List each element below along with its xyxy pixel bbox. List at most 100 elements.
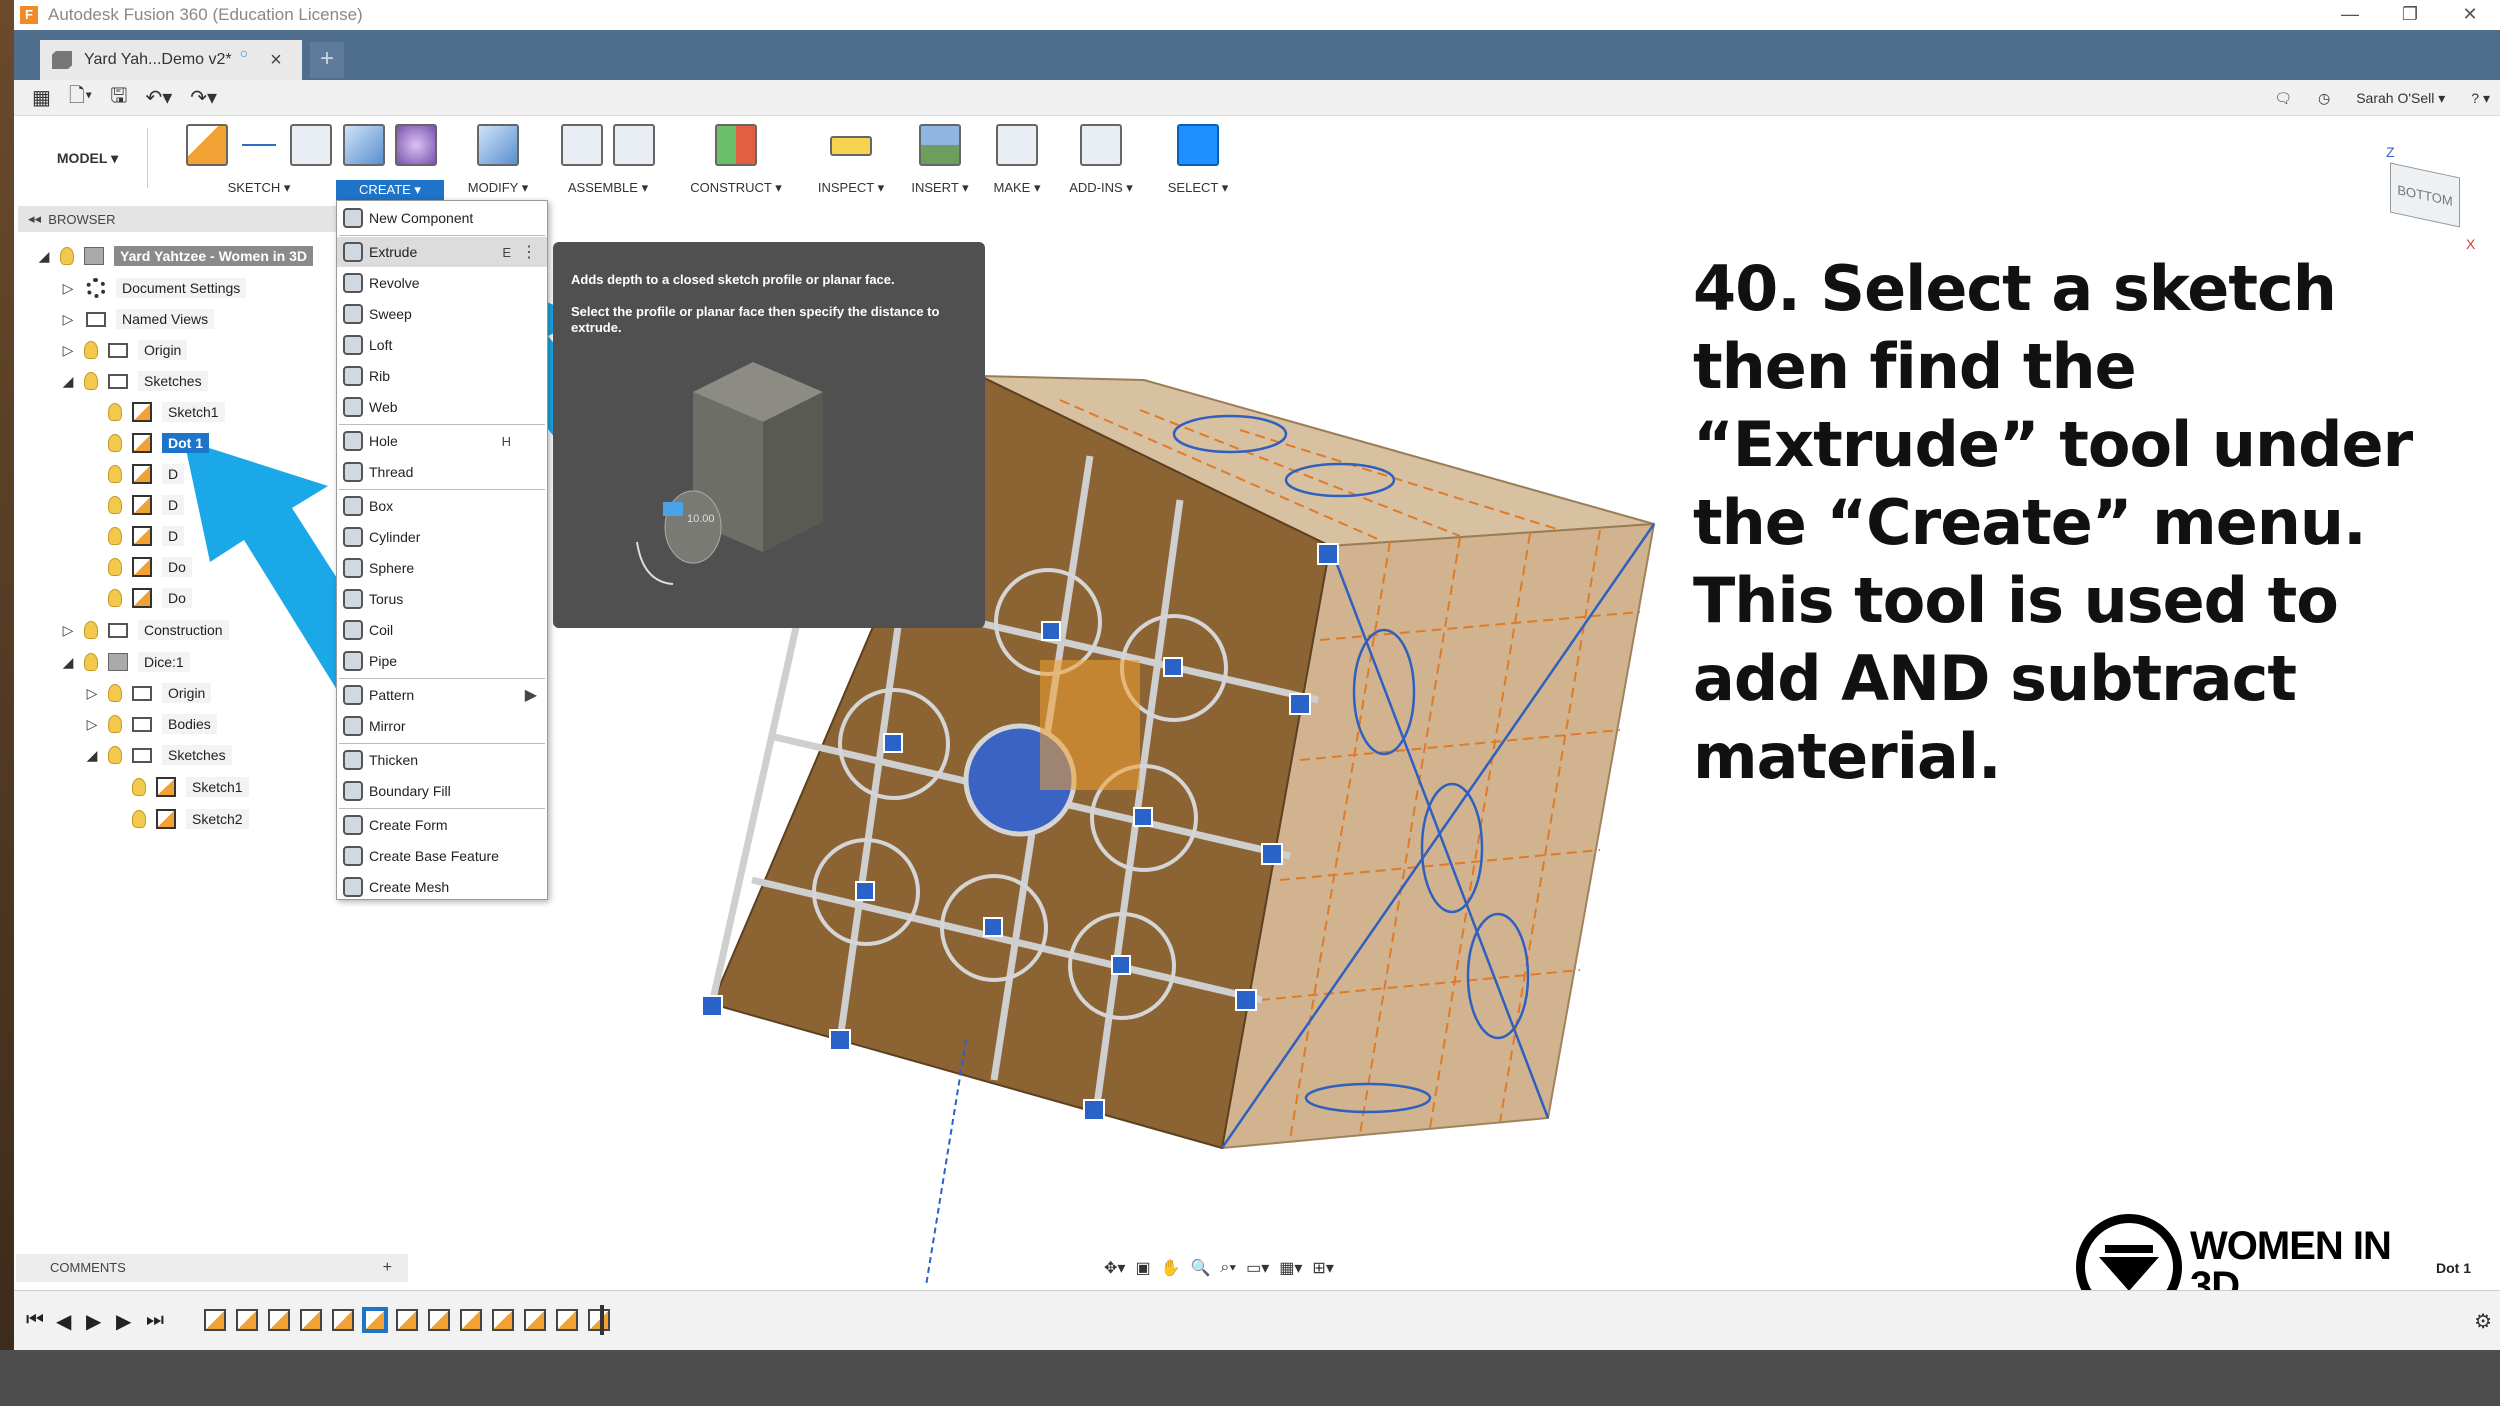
menu-item-torus[interactable]: Torus — [337, 584, 547, 614]
notifications-icon[interactable]: 🗨 — [2274, 90, 2292, 107]
pan-icon[interactable]: ✋ — [1161, 1258, 1181, 1278]
menu-item-hole[interactable]: Hole H — [337, 426, 547, 456]
user-account-menu[interactable]: Sarah O'Sell ▾ — [2356, 90, 2445, 107]
collapse-browser-icon[interactable]: ◂◂ — [28, 211, 48, 227]
look-at-icon[interactable]: ▣ — [1135, 1258, 1150, 1278]
collapse-icon[interactable]: ◢ — [36, 248, 52, 265]
menu-item-boundary-fill[interactable]: Boundary Fill — [337, 776, 547, 806]
tree-item-document-settings[interactable]: ▷ Document Settings — [60, 274, 247, 302]
tree-item-dice-sketch2[interactable]: Sketch2 — [124, 805, 249, 833]
tree-item-dice-sketch1[interactable]: Sketch1 — [124, 773, 249, 801]
timeline-first-button[interactable]: ⏮ — [26, 1309, 44, 1332]
timeline-feature-icon-active[interactable] — [364, 1309, 386, 1331]
menu-item-pattern[interactable]: Pattern ▶ — [337, 680, 547, 710]
visibility-bulb-icon[interactable] — [84, 372, 98, 390]
display-settings-icon[interactable]: ▭▾ — [1246, 1258, 1269, 1278]
help-menu[interactable]: ? ▾ — [2471, 90, 2490, 107]
menu-item-coil[interactable]: Coil — [337, 615, 547, 645]
restore-button[interactable]: ❐ — [2380, 0, 2440, 30]
modify-menu[interactable]: MODIFY ▾ — [458, 180, 538, 196]
select-menu[interactable]: SELECT ▾ — [1152, 180, 1244, 196]
extrude-icon[interactable] — [343, 124, 385, 166]
visibility-bulb-icon[interactable] — [108, 558, 122, 576]
modify-group[interactable]: MODIFY ▾ — [458, 120, 538, 200]
timeline-feature-icon[interactable] — [588, 1309, 610, 1331]
visibility-bulb-icon[interactable] — [84, 341, 98, 359]
job-status-icon[interactable]: ◷ — [2318, 90, 2330, 107]
visibility-bulb-icon[interactable] — [108, 746, 122, 764]
menu-item-create-mesh[interactable]: Create Mesh — [337, 872, 547, 902]
tree-item-origin[interactable]: ▷ Origin — [60, 336, 188, 364]
create-group[interactable]: CREATE ▾ — [336, 120, 444, 200]
timeline-prev-button[interactable]: ◀ — [56, 1309, 71, 1334]
menu-item-loft[interactable]: Loft — [337, 330, 547, 360]
timeline-feature-icon[interactable] — [300, 1309, 322, 1331]
menu-item-create-base-feature[interactable]: Create Base Feature — [337, 841, 547, 871]
expand-icon[interactable]: ▷ — [60, 311, 76, 328]
timeline-feature-icon[interactable] — [524, 1309, 546, 1331]
joint-icon[interactable] — [613, 124, 655, 166]
timeline-settings-icon[interactable]: ⚙ — [2474, 1309, 2492, 1334]
menu-item-box[interactable]: Box — [337, 491, 547, 521]
close-window-button[interactable]: ✕ — [2440, 0, 2500, 30]
tree-item-dice-sketches[interactable]: ◢ Sketches — [84, 741, 232, 769]
comments-panel[interactable]: COMMENTS + — [16, 1254, 408, 1282]
select-icon[interactable] — [1177, 124, 1219, 166]
timeline-feature-icon[interactable] — [396, 1309, 418, 1331]
visibility-bulb-icon[interactable] — [108, 589, 122, 607]
undo-icon[interactable]: ↶▾ — [145, 85, 172, 110]
tree-item-bodies[interactable]: ▷ Bodies — [84, 710, 217, 738]
timeline-feature-icon[interactable] — [204, 1309, 226, 1331]
tree-item-dot4[interactable]: D — [100, 522, 185, 550]
menu-item-create-form[interactable]: Create Form — [337, 810, 547, 840]
add-comment-button[interactable]: + — [383, 1254, 392, 1282]
construct-group[interactable]: CONSTRUCT ▾ — [678, 120, 794, 200]
tree-item-dot2[interactable]: D — [100, 460, 185, 488]
new-component-icon[interactable] — [561, 124, 603, 166]
menu-item-revolve[interactable]: Revolve — [337, 268, 547, 298]
visibility-bulb-icon[interactable] — [108, 434, 122, 452]
visibility-bulb-icon[interactable] — [108, 496, 122, 514]
tree-item-dice[interactable]: ◢ Dice:1 — [60, 648, 190, 676]
menu-item-mirror[interactable]: Mirror — [337, 711, 547, 741]
timeline-feature-icon[interactable] — [492, 1309, 514, 1331]
visibility-bulb-icon[interactable] — [108, 527, 122, 545]
menu-item-extrude[interactable]: Extrude E ⋮ — [337, 237, 547, 267]
document-tab[interactable]: Yard Yah...Demo v2* ○ × — [40, 40, 302, 80]
scripts-icon[interactable] — [1080, 124, 1122, 166]
visibility-bulb-icon[interactable] — [84, 621, 98, 639]
timeline-next-button[interactable]: ▶ — [116, 1309, 131, 1334]
grid-settings-icon[interactable]: ▦▾ — [1279, 1258, 1302, 1278]
insert-menu[interactable]: INSERT ▾ — [900, 180, 980, 196]
menu-item-thread[interactable]: Thread — [337, 457, 547, 487]
close-tab-button[interactable]: × — [270, 49, 282, 72]
redo-icon[interactable]: ↷▾ — [190, 85, 217, 110]
create-sketch-icon[interactable] — [186, 124, 228, 166]
timeline-feature-icon[interactable] — [460, 1309, 482, 1331]
menu-item-web[interactable]: Web — [337, 392, 547, 422]
save-icon[interactable]: 🖫 — [110, 81, 127, 115]
make-menu[interactable]: MAKE ▾ — [982, 180, 1052, 196]
visibility-bulb-icon[interactable] — [108, 715, 122, 733]
timeline-feature-icon[interactable] — [236, 1309, 258, 1331]
tree-item-dot5[interactable]: Do — [100, 553, 192, 581]
timeline-last-button[interactable]: ⏭ — [146, 1309, 164, 1332]
visibility-bulb-icon[interactable] — [132, 810, 146, 828]
tree-item-dot6[interactable]: Do — [100, 584, 192, 612]
rectangle-tool-icon[interactable] — [290, 124, 332, 166]
collapse-icon[interactable]: ◢ — [84, 747, 100, 764]
tree-item-dice-origin[interactable]: ▷ Origin — [84, 679, 212, 707]
timeline-feature-icon[interactable] — [268, 1309, 290, 1331]
new-tab-button[interactable]: + — [310, 42, 344, 78]
expand-icon[interactable]: ▷ — [84, 685, 100, 702]
inspect-menu[interactable]: INSPECT ▾ — [804, 180, 898, 196]
timeline-feature-icon[interactable] — [332, 1309, 354, 1331]
expand-icon[interactable]: ▷ — [84, 716, 100, 733]
tree-item-root[interactable]: ◢ Yard Yahtzee - Women in 3D — [36, 242, 313, 270]
zoom-icon[interactable]: 🔍 — [1190, 1258, 1210, 1278]
offset-plane-icon[interactable] — [715, 124, 757, 166]
view-cube-face[interactable]: BOTTOM — [2390, 162, 2460, 228]
tree-item-sketch1[interactable]: Sketch1 — [100, 398, 225, 426]
form-icon[interactable] — [395, 124, 437, 166]
collapse-icon[interactable]: ◢ — [60, 373, 76, 390]
